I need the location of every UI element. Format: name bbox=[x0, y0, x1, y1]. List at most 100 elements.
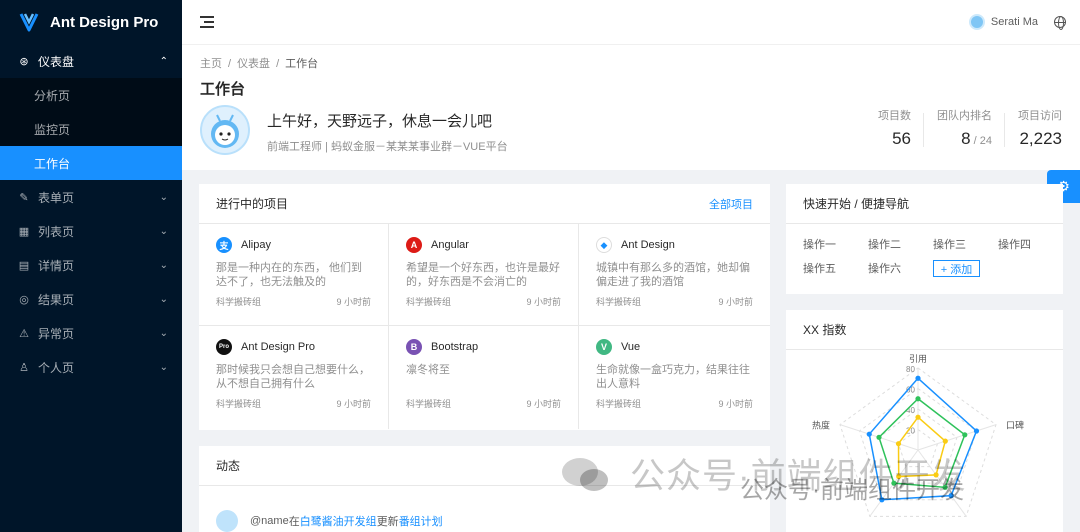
sidebar-item-label: 列表页 bbox=[38, 224, 75, 239]
project-logo-icon: A bbox=[406, 237, 422, 253]
project-group[interactable]: 科学搬砖组 bbox=[216, 397, 261, 410]
project-item[interactable]: ◆ Ant Design 城镇中有那么多的酒馆，她却偏偏走进了我的酒馆 科学搬砖组 9 … bbox=[579, 224, 770, 326]
sidebar-item-dashboard[interactable]: ⊛ 仪表盘 ⌃ bbox=[0, 44, 182, 78]
radar-point bbox=[876, 434, 882, 440]
quick-link[interactable]: 操作一 bbox=[803, 236, 868, 252]
radar-point bbox=[962, 432, 968, 438]
radar-tick-label: 80 bbox=[906, 365, 915, 374]
card-title: 快速开始 / 便捷导航 bbox=[803, 197, 910, 211]
ant-design-logo-icon bbox=[19, 13, 39, 32]
project-item[interactable]: 支 Alipay 那是一种内在的东西， 他们到达不了，也无法触及的 科学搬砖组 9 小时… bbox=[199, 224, 389, 326]
radar-point bbox=[896, 473, 902, 480]
logo[interactable]: Ant Design Pro bbox=[0, 0, 182, 44]
card-header: 快速开始 / 便捷导航 bbox=[786, 184, 1063, 224]
language-globe-icon[interactable] bbox=[1054, 16, 1066, 30]
quick-link[interactable]: 操作二 bbox=[868, 236, 933, 252]
add-link-button[interactable]: + 添加 bbox=[933, 260, 980, 277]
greeting-text: 上午好，天野远子，休息一会儿吧 bbox=[267, 113, 493, 130]
project-item[interactable]: B Bootstrap 凛冬将至 科学搬砖组 9 小时前 bbox=[389, 326, 579, 429]
project-title[interactable]: V Vue bbox=[596, 339, 753, 355]
project-title[interactable]: Pro Ant Design Pro bbox=[216, 339, 371, 355]
breadcrumb-dashboard[interactable]: 仪表盘 bbox=[237, 58, 270, 70]
project-group[interactable]: 科学搬砖组 bbox=[216, 295, 261, 308]
activity-group-link[interactable]: 白鹭酱油开发组 bbox=[300, 513, 377, 529]
chevron-up-icon: ⌃ bbox=[159, 55, 168, 67]
sidebar-item-label: 分析页 bbox=[34, 88, 71, 103]
project-footer: 科学搬砖组 9 小时前 bbox=[596, 397, 753, 410]
activity-text: 在 bbox=[288, 516, 300, 528]
sidebar-item-profile[interactable]: ▤ 详情页 ⌄ bbox=[0, 248, 182, 282]
card-header: 进行中的项目 全部项目 bbox=[199, 184, 770, 224]
project-title[interactable]: B Bootstrap bbox=[406, 339, 561, 355]
project-time: 9 小时前 bbox=[526, 297, 561, 307]
activity-text: 更新 bbox=[376, 516, 399, 528]
stat-label: 团队内排名 bbox=[937, 110, 992, 122]
sidebar-item-exception[interactable]: ⚠ 异常页 ⌄ bbox=[0, 316, 182, 350]
project-logo-icon: Pro bbox=[216, 339, 232, 355]
project-group[interactable]: 科学搬砖组 bbox=[406, 397, 451, 410]
global-header: Serati Ma bbox=[182, 0, 1080, 44]
radar-category-label: 热度 bbox=[812, 420, 830, 431]
user-name[interactable]: Serati Ma bbox=[991, 16, 1038, 28]
sidebar-item-form[interactable]: ✎ 表单页 ⌄ bbox=[0, 180, 182, 214]
radar-point bbox=[942, 438, 948, 444]
user-icon: ♙ bbox=[19, 361, 29, 374]
quick-link[interactable]: 操作三 bbox=[933, 236, 998, 252]
project-item[interactable]: V Vue 生命就像一盒巧克力，结果往往出人意料科学搬砖组 9 小时前 bbox=[579, 326, 770, 429]
sidebar-item-label: 个人页 bbox=[38, 360, 75, 375]
radar-chart: 80604020引用口碑热度 bbox=[812, 354, 1024, 517]
quick-link[interactable]: 操作六 bbox=[868, 260, 933, 277]
sidebar-item-label: 表单页 bbox=[38, 190, 75, 205]
project-desc: 希望是一个好东西，也许是最好的，好东西是不会消亡的 bbox=[406, 262, 560, 288]
radar-card: XX 指数 80 60 40 20 引用 口碑 热度 bbox=[786, 310, 1063, 532]
user-subtitle: 前端工程师 | 蚂蚁金服－某某某事业群－VUE平台 bbox=[267, 141, 508, 153]
project-desc: 生命就像一盒巧克力，结果往往出人意料 bbox=[596, 364, 750, 390]
project-group[interactable]: 科学搬砖组 bbox=[596, 397, 641, 410]
chevron-down-icon: ⌄ bbox=[159, 259, 168, 271]
project-item[interactable]: Pro Ant Design Pro 那时候我只会想自己想要什么，从不想自己拥有什么… bbox=[199, 326, 389, 429]
menu-fold-icon[interactable] bbox=[200, 16, 214, 28]
sidebar-item-label: 详情页 bbox=[38, 258, 75, 273]
radar-point bbox=[973, 428, 980, 434]
stat-value: 2,223 bbox=[1019, 129, 1062, 148]
sidebar-item-monitor[interactable]: 监控页 bbox=[0, 112, 182, 146]
check-circle-icon: ◎ bbox=[19, 293, 29, 306]
sidebar-item-analysis[interactable]: 分析页 bbox=[0, 78, 182, 112]
project-title[interactable]: 支 Alipay bbox=[216, 237, 371, 253]
page-header: 主页 / 仪表盘 / 工作台 工作台 上午好，天野远子，休息一会儿吧 前端工程师 | 蚂… bbox=[182, 44, 1080, 170]
stats: 项目数 56 团队内排名 8 / 24 项目访问 2,223 bbox=[852, 107, 1062, 149]
chevron-down-icon: ⌄ bbox=[159, 225, 168, 237]
project-name: Alipay bbox=[241, 239, 271, 251]
projects-card: 进行中的项目 全部项目 支 Alipay 那是一种内在的东西， 他们到达不了，也无法… bbox=[199, 184, 770, 430]
project-group[interactable]: 科学搬砖组 bbox=[406, 295, 451, 308]
radar-point bbox=[915, 414, 921, 420]
user-avatar bbox=[200, 105, 250, 155]
project-logo-icon: ◆ bbox=[596, 237, 612, 253]
project-name: Bootstrap bbox=[431, 341, 479, 353]
project-name: Vue bbox=[621, 341, 641, 353]
sidebar-item-list[interactable]: ▦ 列表页 ⌄ bbox=[0, 214, 182, 248]
project-group[interactable]: 科学搬砖组 bbox=[596, 295, 641, 308]
project-desc: 凛冬将至 bbox=[406, 364, 450, 376]
activity-user: @name bbox=[250, 515, 289, 527]
sidebar-item-result[interactable]: ◎ 结果页 ⌄ bbox=[0, 282, 182, 316]
card-header: 动态 bbox=[199, 446, 770, 486]
project-title[interactable]: A Angular bbox=[406, 237, 561, 253]
project-footer: 科学搬砖组 9 小时前 bbox=[406, 295, 561, 308]
activity-target-link[interactable]: 番组计划 bbox=[399, 513, 443, 529]
radar-point bbox=[948, 493, 954, 499]
radar-axis bbox=[917, 449, 967, 517]
breadcrumb-home[interactable]: 主页 bbox=[200, 58, 222, 70]
sidebar-item-account[interactable]: ♙ 个人页 ⌄ bbox=[0, 350, 182, 384]
quick-link[interactable]: 操作五 bbox=[803, 260, 868, 277]
all-projects-link[interactable]: 全部项目 bbox=[709, 196, 753, 212]
stat-label: 项目数 bbox=[878, 110, 911, 122]
project-item[interactable]: A Angular 希望是一个好东西，也许是最好的，好东西是不会消亡的科学搬砖组 9 … bbox=[389, 224, 579, 326]
radar-point bbox=[915, 396, 921, 402]
avatar[interactable] bbox=[968, 14, 985, 30]
stat-team-rank: 团队内排名 8 / 24 bbox=[911, 107, 992, 149]
project-title[interactable]: ◆ Ant Design bbox=[596, 237, 753, 253]
project-time: 9 小时前 bbox=[718, 297, 753, 307]
quick-link[interactable]: 操作四 bbox=[998, 236, 1063, 252]
sidebar-item-workplace[interactable]: 工作台 bbox=[0, 146, 182, 180]
